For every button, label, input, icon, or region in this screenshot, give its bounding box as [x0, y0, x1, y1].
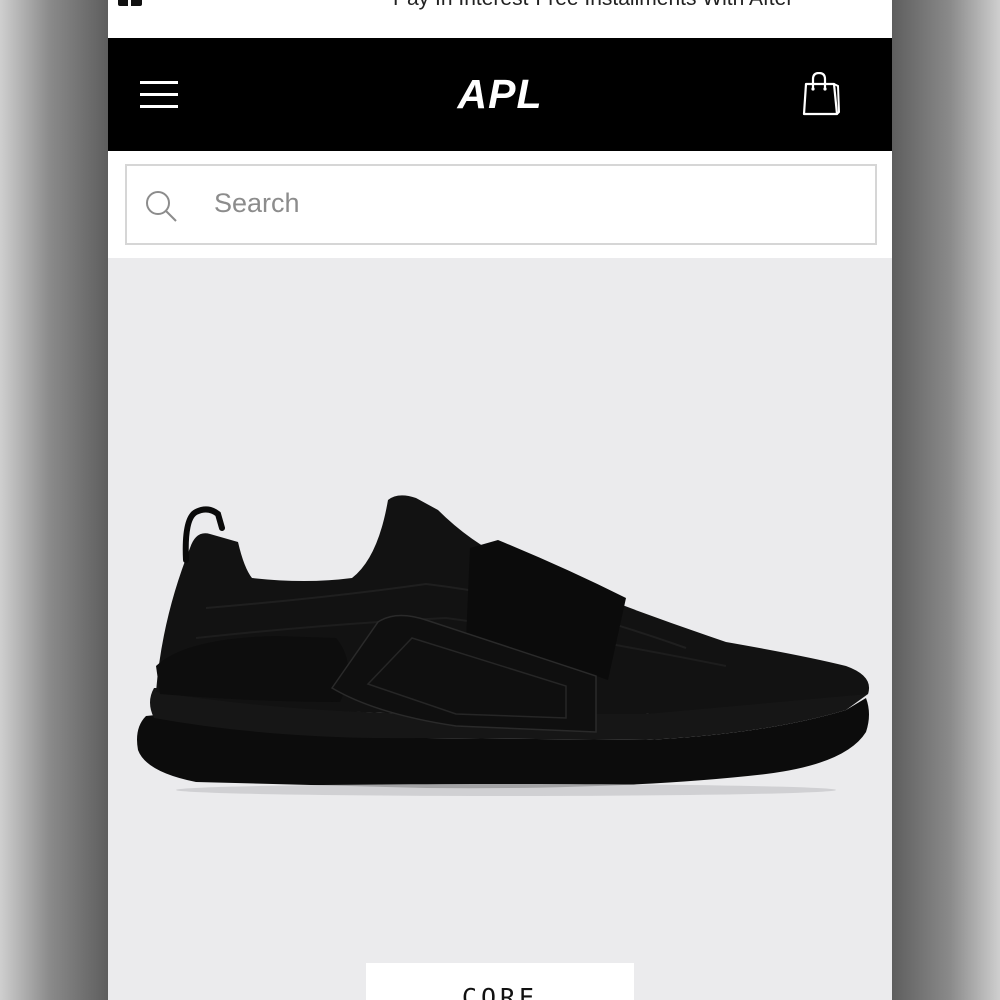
search-area: Search — [108, 151, 892, 258]
brand-logo[interactable]: APL — [108, 71, 892, 118]
promo-bar[interactable]: Pay In Interest-Free Installments With A… — [108, 0, 892, 38]
shopping-bag-icon — [802, 71, 841, 116]
collection-label: CORE COLLECTION — [461, 983, 539, 1000]
search-placeholder: Search — [214, 188, 300, 218]
collection-badge[interactable]: CORE COLLECTION — [366, 963, 634, 1000]
status-glyph — [118, 0, 142, 6]
phone-screen: Pay In Interest-Free Installments With A… — [108, 0, 892, 1000]
search-input[interactable]: Search — [125, 164, 877, 245]
product-image-area[interactable]: CORE COLLECTION — [108, 258, 892, 1000]
promo-text: Pay In Interest-Free Installments With A… — [393, 0, 793, 11]
product-shoe-image — [137, 495, 870, 796]
cart-button[interactable] — [802, 71, 841, 116]
search-icon — [146, 191, 177, 222]
site-header: APL — [108, 38, 892, 151]
